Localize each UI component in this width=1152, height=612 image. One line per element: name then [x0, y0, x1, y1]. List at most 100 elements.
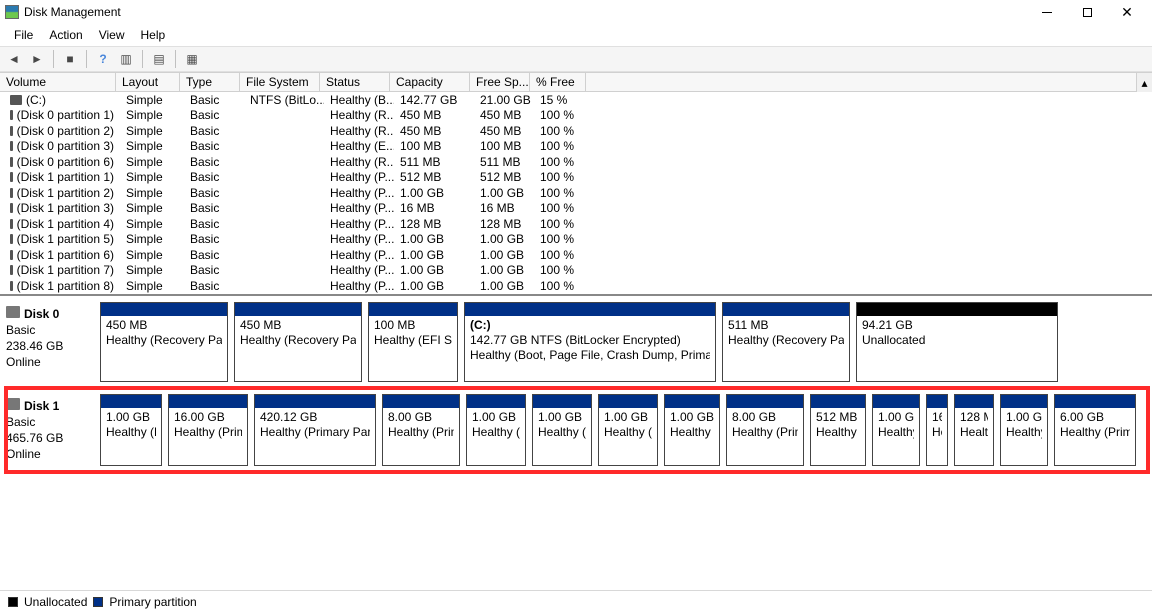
partition-body: (C:)142.77 GB NTFS (BitLocker Encrypted)…	[465, 316, 715, 381]
disk-row[interactable]: Disk 0Basic238.46 GBOnline450 MBHealthy …	[6, 302, 1148, 382]
volume-row[interactable]: (Disk 1 partition 7)SimpleBasicHealthy (…	[0, 263, 1152, 279]
partition[interactable]: 1.00 GBHealthy (Primary Partition)	[872, 394, 920, 466]
swatch-primary	[93, 597, 103, 607]
partition[interactable]: 1.00 GBHealthy (Primary Partition)	[100, 394, 162, 466]
disk-icon	[10, 250, 13, 260]
volume-row[interactable]: (Disk 1 partition 8)SimpleBasicHealthy (…	[0, 278, 1152, 294]
partition-bar	[369, 303, 457, 316]
disk-row[interactable]: Disk 1Basic465.76 GBOnline1.00 GBHealthy…	[6, 388, 1148, 472]
menu-file[interactable]: File	[6, 26, 41, 44]
close-button[interactable]: ✕	[1107, 1, 1147, 23]
partition-body: 420.12 GBHealthy (Primary Partition)	[255, 408, 375, 465]
volume-row[interactable]: (Disk 0 partition 2)SimpleBasicHealthy (…	[0, 123, 1152, 139]
maximize-button[interactable]	[1067, 1, 1107, 23]
col-free[interactable]: Free Sp...	[470, 73, 530, 91]
menu-view[interactable]: View	[91, 26, 133, 44]
partition[interactable]: 8.00 GBHealthy (Primary Partition)	[382, 394, 460, 466]
partition[interactable]: 1.00 GBHealthy (Primary Partition)	[664, 394, 720, 466]
partition-bar	[101, 303, 227, 316]
disk-icon	[10, 110, 13, 120]
volume-row[interactable]: (Disk 1 partition 4)SimpleBasicHealthy (…	[0, 216, 1152, 232]
partition-body: 1.00 GBHealthy (Primary Partition)	[1001, 408, 1047, 465]
partition-body: 16.00 GBHealthy (Primary Partition)	[169, 408, 247, 465]
back-button[interactable]: ◄	[4, 49, 24, 69]
partition[interactable]: 1.00 GBHealthy (Primary Partition)	[598, 394, 658, 466]
disk-icon	[10, 126, 13, 136]
partition[interactable]: 450 MBHealthy (Recovery Partition)	[100, 302, 228, 382]
partition[interactable]: 94.21 GBUnallocated	[856, 302, 1058, 382]
partition[interactable]: 16Healthy	[926, 394, 948, 466]
refresh-button[interactable]: ■	[60, 49, 80, 69]
partition-body: 1.00 GBHealthy (Primary Partition)	[665, 408, 719, 465]
partition[interactable]: 511 MBHealthy (Recovery Partition)	[722, 302, 850, 382]
partition[interactable]: 6.00 GBHealthy (Primary Partition)	[1054, 394, 1136, 466]
partition-bar	[1055, 395, 1135, 408]
partition-bar	[101, 395, 161, 408]
scroll-up-button[interactable]: ▴	[1136, 73, 1152, 92]
partition[interactable]: 1.00 GBHealthy (Primary Partition)	[1000, 394, 1048, 466]
partition[interactable]: 16.00 GBHealthy (Primary Partition)	[168, 394, 248, 466]
volume-row[interactable]: (Disk 1 partition 3)SimpleBasicHealthy (…	[0, 201, 1152, 217]
volume-list[interactable]: (C:)SimpleBasicNTFS (BitLo...Healthy (B.…	[0, 92, 1152, 294]
disk-icon	[10, 203, 13, 213]
disk-icon	[10, 219, 13, 229]
menu-help[interactable]: Help	[133, 26, 174, 44]
volume-row[interactable]: (Disk 1 partition 6)SimpleBasicHealthy (…	[0, 247, 1152, 263]
partition-body: 450 MBHealthy (Recovery Partition)	[235, 316, 361, 381]
disk-info: Disk 0Basic238.46 GBOnline	[6, 302, 100, 382]
partition-bar	[465, 303, 715, 316]
col-volume[interactable]: Volume	[0, 73, 116, 91]
volume-row[interactable]: (Disk 0 partition 1)SimpleBasicHealthy (…	[0, 108, 1152, 124]
partition-body: 1.00 GBHealthy (Primary Partition)	[873, 408, 919, 465]
partition[interactable]: 1.00 GBHealthy (Primary Partition)	[466, 394, 526, 466]
volume-row[interactable]: (Disk 0 partition 3)SimpleBasicHealthy (…	[0, 139, 1152, 155]
forward-button[interactable]: ►	[27, 49, 47, 69]
properties-button[interactable]: ▥	[116, 49, 136, 69]
col-status[interactable]: Status	[320, 73, 390, 91]
col-layout[interactable]: Layout	[116, 73, 180, 91]
col-pct[interactable]: % Free	[530, 73, 586, 91]
volume-row[interactable]: (C:)SimpleBasicNTFS (BitLo...Healthy (B.…	[0, 92, 1152, 108]
disk-icon	[10, 141, 13, 151]
disk-graphical-view[interactable]: Disk 0Basic238.46 GBOnline450 MBHealthy …	[0, 294, 1152, 591]
settings-button[interactable]: ▦	[182, 49, 202, 69]
partition-body: 1.00 GBHealthy (Primary Partition)	[533, 408, 591, 465]
title-bar: Disk Management ✕	[0, 0, 1152, 24]
legend-label-unallocated: Unallocated	[24, 595, 87, 609]
action-button[interactable]: ▤	[149, 49, 169, 69]
partition[interactable]: 420.12 GBHealthy (Primary Partition)	[254, 394, 376, 466]
partition[interactable]: 450 MBHealthy (Recovery Partition)	[234, 302, 362, 382]
partition[interactable]: 8.00 GBHealthy (Primary Partition)	[726, 394, 804, 466]
partition[interactable]: (C:)142.77 GB NTFS (BitLocker Encrypted)…	[464, 302, 716, 382]
partition-bar	[723, 303, 849, 316]
col-capacity[interactable]: Capacity	[390, 73, 470, 91]
partition[interactable]: 1.00 GBHealthy (Primary Partition)	[532, 394, 592, 466]
partition-bar	[383, 395, 459, 408]
partition-bar	[599, 395, 657, 408]
partition-bar	[467, 395, 525, 408]
volume-list-header[interactable]: Volume Layout Type File System Status Ca…	[0, 72, 1152, 92]
disk-icon	[10, 265, 13, 275]
partition-bar	[1001, 395, 1047, 408]
volume-row[interactable]: (Disk 0 partition 6)SimpleBasicHealthy (…	[0, 154, 1152, 170]
disk-info: Disk 1Basic465.76 GBOnline	[6, 394, 100, 466]
partition-body: 511 MBHealthy (Recovery Partition)	[723, 316, 849, 381]
legend: Unallocated Primary partition	[0, 590, 1152, 612]
partition[interactable]: 100 MBHealthy (EFI System Partition)	[368, 302, 458, 382]
volume-row[interactable]: (Disk 1 partition 1)SimpleBasicHealthy (…	[0, 170, 1152, 186]
partition-bar	[665, 395, 719, 408]
col-fs[interactable]: File System	[240, 73, 320, 91]
partition-bar	[235, 303, 361, 316]
menu-action[interactable]: Action	[41, 26, 90, 44]
volume-row[interactable]: (Disk 1 partition 2)SimpleBasicHealthy (…	[0, 185, 1152, 201]
app-icon	[5, 5, 19, 19]
help-button[interactable]: ?	[93, 49, 113, 69]
col-type[interactable]: Type	[180, 73, 240, 91]
partition-bar	[533, 395, 591, 408]
partition-body: 94.21 GBUnallocated	[857, 316, 1057, 381]
partition-body: 1.00 GBHealthy (Primary Partition)	[467, 408, 525, 465]
partition[interactable]: 512 MBHealthy (Primary Partition)	[810, 394, 866, 466]
partition[interactable]: 128 MHealthy	[954, 394, 994, 466]
volume-row[interactable]: (Disk 1 partition 5)SimpleBasicHealthy (…	[0, 232, 1152, 248]
minimize-button[interactable]	[1027, 1, 1067, 23]
